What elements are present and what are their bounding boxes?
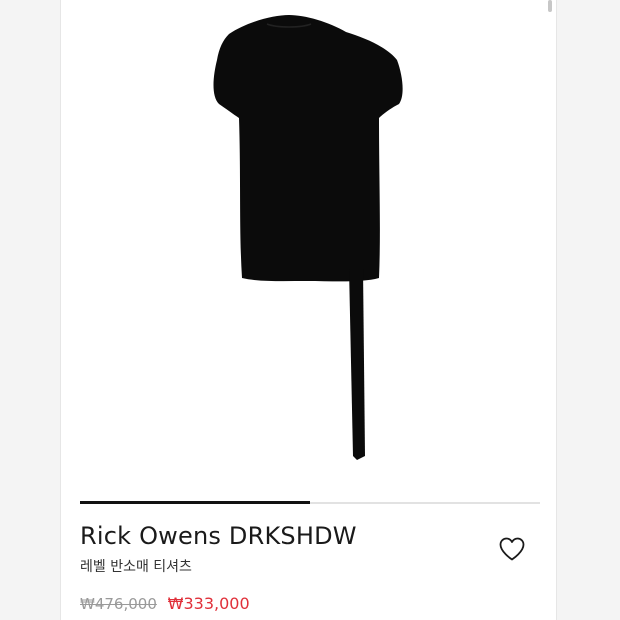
product-image[interactable]: [61, 0, 556, 490]
original-price: ₩476,000: [80, 595, 157, 613]
tshirt-strap: [349, 268, 365, 460]
heart-outline-icon: [499, 537, 525, 561]
tshirt-image: [213, 15, 403, 460]
sale-price: ₩333,000: [167, 594, 250, 613]
wishlist-button[interactable]: [498, 536, 526, 562]
product-name[interactable]: 레벨 반소매 티셔츠: [80, 556, 192, 576]
scrollbar-thumb[interactable]: [548, 0, 552, 12]
product-card: Rick Owens DRKSHDW 레벨 반소매 티셔츠 ₩476,000 ₩…: [60, 0, 557, 620]
price-row: ₩476,000 ₩333,000: [80, 594, 250, 613]
carousel-progress[interactable]: [80, 501, 540, 504]
carousel-progress-fill: [80, 501, 310, 504]
brand-name[interactable]: Rick Owens DRKSHDW: [80, 522, 357, 550]
tshirt-body: [213, 15, 403, 282]
